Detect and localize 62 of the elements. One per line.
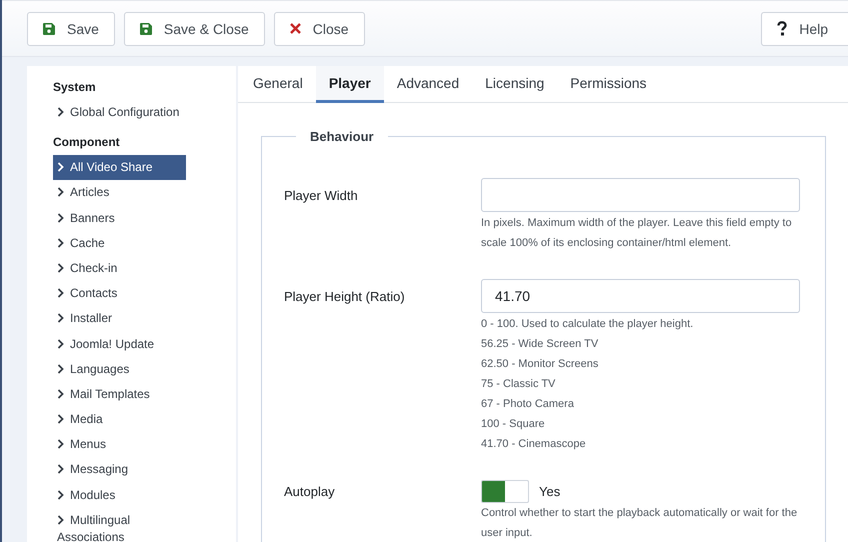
input-field[interactable]: 41.70 — [481, 279, 800, 313]
field-label: Player Height (Ratio) — [284, 288, 406, 306]
tab[interactable]: Permissions — [557, 66, 660, 103]
help-text: 0 - 100. Used to calculate the player height. — [481, 317, 694, 332]
sidebar-item[interactable]: Installer — [53, 306, 186, 332]
help-text: In pixels. Maximum width of the player. Leave this field empty to scale 100% of its enclosing container/html element. — [481, 216, 793, 251]
tab[interactable]: Advanced — [384, 66, 472, 103]
section-heading: System — [53, 80, 97, 94]
toggle-state: Yes — [539, 484, 560, 499]
chevron-right-icon — [57, 439, 64, 450]
help-text: 100 - Square — [481, 417, 546, 432]
chevron-right-icon — [57, 212, 64, 223]
help-text: 56.25 - Wide Screen TV — [481, 337, 600, 352]
sidebar-item[interactable]: Joomla! Update — [53, 332, 186, 356]
chevron-right-icon — [57, 338, 64, 348]
field-label: Player Width — [284, 187, 359, 205]
help-text: 75 - Classic TV — [481, 377, 556, 392]
sidebar-item[interactable]: Check-in — [53, 256, 186, 281]
help-text: 62.50 - Monitor Screens — [481, 357, 600, 372]
tab[interactable]: Licensing — [472, 66, 558, 103]
chevron-right-icon — [57, 238, 64, 248]
chevron-right-icon — [57, 288, 64, 298]
chevron-right-icon — [57, 388, 64, 399]
sidebar-item[interactable]: Media — [53, 407, 186, 432]
chevron-right-icon — [57, 313, 64, 324]
chevron-right-icon — [57, 490, 64, 500]
close-button[interactable]: Close — [274, 12, 365, 46]
sidebar-item[interactable]: Modules — [53, 482, 186, 508]
chevron-right-icon — [57, 464, 64, 474]
chevron-right-icon — [57, 414, 64, 424]
field-label: Autoplay — [284, 483, 336, 501]
sidebar-item[interactable]: Multilingual Associations — [53, 508, 186, 542]
sidebar-item[interactable]: Menus — [53, 432, 186, 458]
sidebar-item[interactable]: Mail Templates — [53, 382, 186, 407]
question-mark-icon — [777, 21, 788, 36]
save-button[interactable]: Save & Close — [124, 12, 265, 46]
chevron-right-icon — [57, 107, 64, 117]
sidebar-item[interactable]: Global Configuration — [53, 100, 186, 125]
toggle-switch[interactable] — [481, 480, 529, 503]
close-icon — [290, 23, 301, 34]
sidebar-item[interactable]: Banners — [53, 206, 186, 231]
help-text: 41.70 - Cinemascope — [481, 437, 587, 452]
chevron-right-icon — [57, 187, 64, 198]
input-field[interactable] — [481, 178, 800, 212]
save-button[interactable]: Save — [27, 12, 115, 46]
sidebar-item[interactable]: Languages — [53, 356, 186, 382]
chevron-right-icon — [57, 364, 64, 374]
sidebar-item[interactable]: All Video Share — [53, 155, 186, 180]
sidebar-item[interactable]: Contacts — [53, 281, 186, 306]
sidebar-item[interactable]: Articles — [53, 180, 186, 206]
fieldset-legend: Behaviour — [296, 129, 388, 144]
chevron-right-icon — [57, 262, 64, 273]
help-text: Control whether to start the playback automatically or wait for the user input. — [481, 506, 798, 541]
chevron-right-icon — [57, 162, 64, 172]
chevron-right-icon — [57, 514, 64, 525]
tab[interactable]: Player — [316, 66, 384, 103]
tab[interactable]: General — [240, 66, 316, 103]
help-button[interactable]: Help — [761, 12, 848, 46]
help-text: 67 - Photo Camera — [481, 397, 575, 412]
section-heading: Component — [53, 135, 121, 150]
sidebar-item[interactable]: Cache — [53, 230, 186, 256]
sidebar-item[interactable]: Messaging — [53, 457, 186, 482]
